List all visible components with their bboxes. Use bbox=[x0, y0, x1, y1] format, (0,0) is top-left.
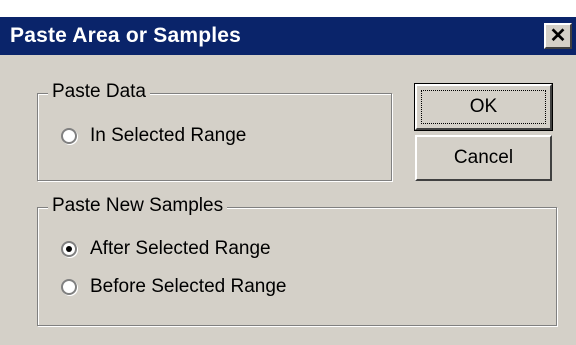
window-title: Paste Area or Samples bbox=[10, 24, 242, 47]
paste-new-samples-group: Paste New Samples After Selected Range B… bbox=[37, 195, 557, 326]
radio-circle[interactable] bbox=[61, 241, 77, 257]
radio-label: Before Selected Range bbox=[90, 276, 287, 297]
cancel-button[interactable]: Cancel bbox=[415, 135, 552, 181]
paste-new-samples-label: Paste New Samples bbox=[48, 195, 228, 217]
close-button[interactable]: ✕ bbox=[544, 23, 572, 49]
radio-circle[interactable] bbox=[61, 279, 77, 295]
radio-in-selected-range[interactable]: In Selected Range bbox=[61, 123, 246, 149]
paste-data-group: Paste Data In Selected Range bbox=[37, 81, 392, 181]
radio-selected-dot bbox=[66, 246, 72, 252]
ok-button[interactable]: OK bbox=[414, 83, 553, 131]
paste-data-label: Paste Data bbox=[48, 81, 150, 103]
paste-area-dialog: Paste Area or Samples ✕ Paste Data In Se… bbox=[0, 17, 576, 345]
radio-before-selected-range[interactable]: Before Selected Range bbox=[61, 274, 286, 300]
radio-label: In Selected Range bbox=[90, 125, 247, 146]
focus-rect bbox=[421, 90, 546, 124]
cancel-label: Cancel bbox=[453, 147, 514, 168]
background-strip bbox=[0, 0, 576, 17]
radio-circle[interactable] bbox=[61, 128, 77, 144]
radio-after-selected-range[interactable]: After Selected Range bbox=[61, 236, 271, 262]
close-icon: ✕ bbox=[549, 25, 567, 47]
radio-label: After Selected Range bbox=[90, 238, 271, 259]
title-bar[interactable]: Paste Area or Samples ✕ bbox=[0, 17, 576, 55]
